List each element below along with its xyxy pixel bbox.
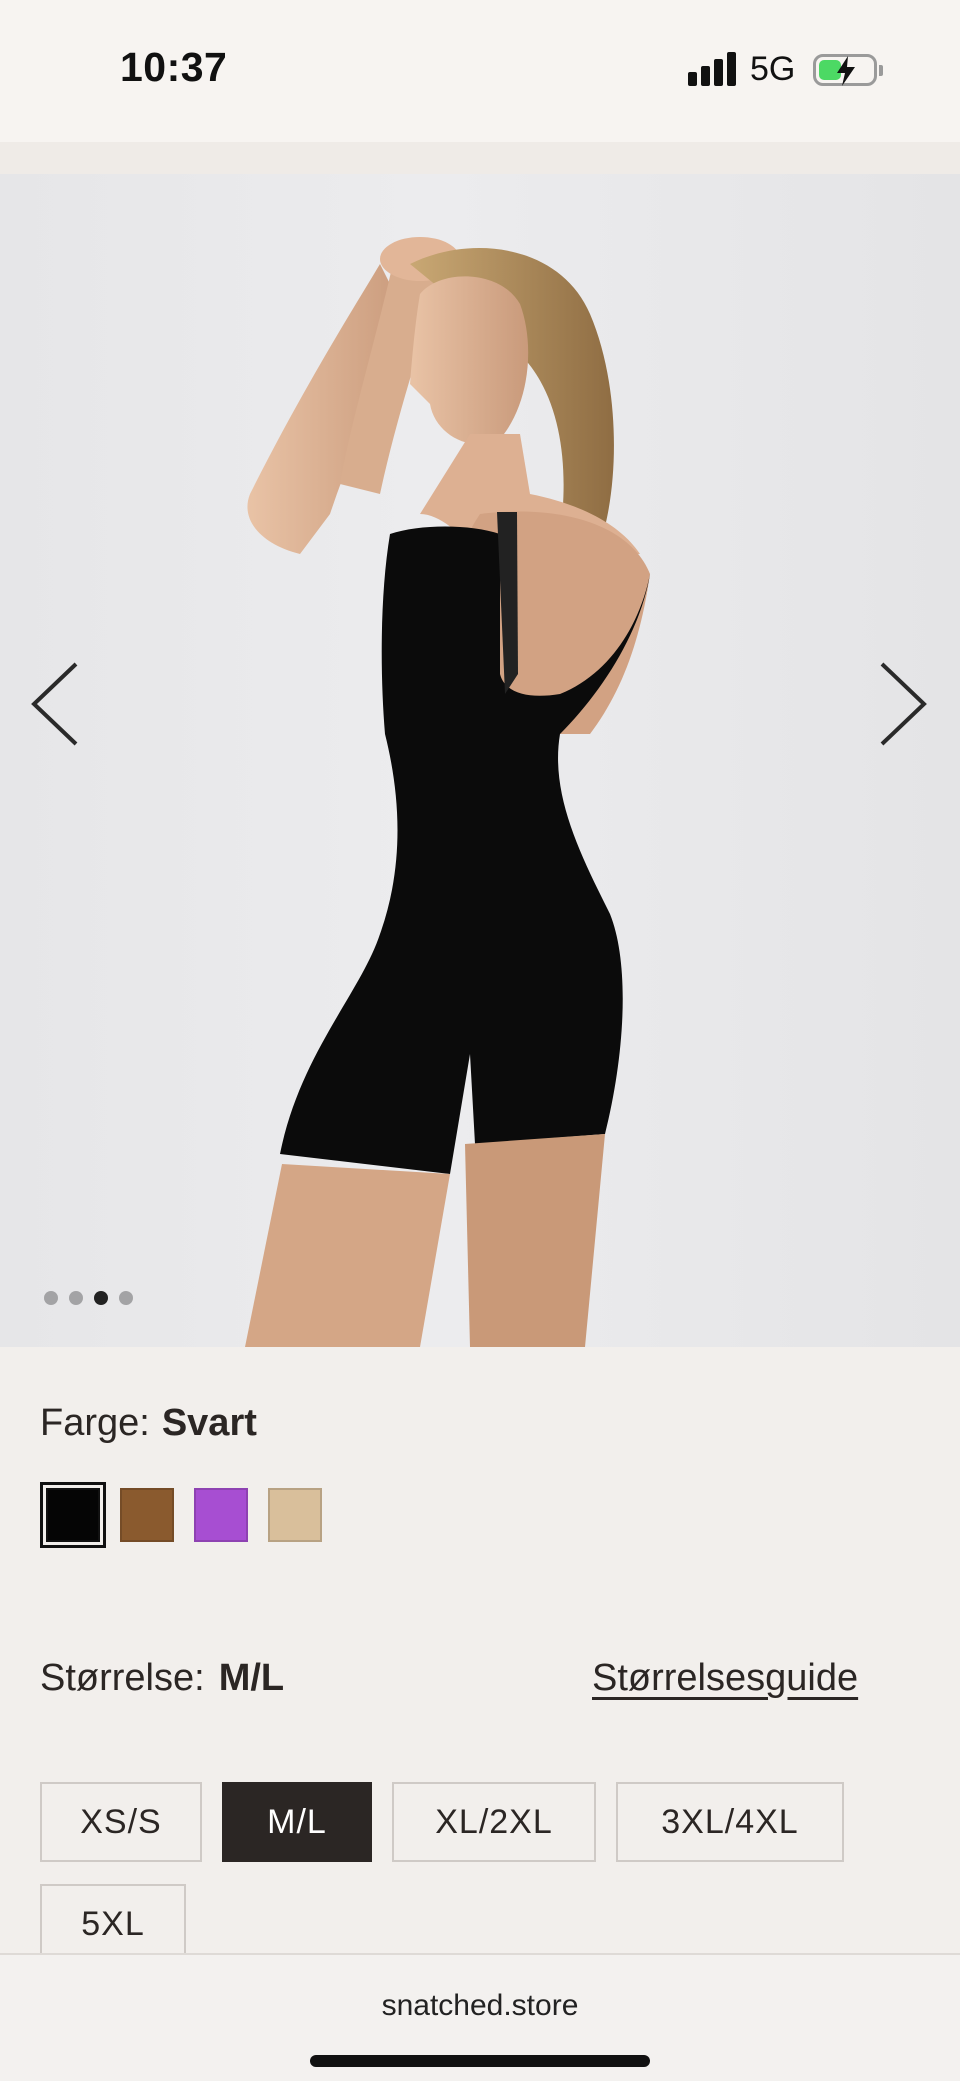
gallery-pagination bbox=[44, 1291, 133, 1305]
signal-icon bbox=[688, 52, 738, 86]
status-time: 10:37 bbox=[120, 44, 228, 90]
size-option-xl-2xl[interactable]: XL/2XL bbox=[392, 1782, 596, 1862]
product-image-gallery[interactable] bbox=[0, 174, 960, 1347]
status-bar: 10:37 5G bbox=[0, 0, 960, 174]
size-guide-link[interactable]: Størrelsesguide bbox=[592, 1657, 858, 1700]
size-option-xs-s[interactable]: XS/S bbox=[40, 1782, 202, 1862]
size-label: Størrelse: bbox=[40, 1657, 205, 1699]
size-option-3xl-4xl[interactable]: 3XL/4XL bbox=[616, 1782, 844, 1862]
size-option-m-l[interactable]: M/L bbox=[222, 1782, 372, 1862]
swatch-beige[interactable] bbox=[268, 1488, 322, 1542]
swatch-purple[interactable] bbox=[194, 1488, 248, 1542]
size-label-row: Størrelse: M/L bbox=[40, 1657, 284, 1700]
color-label-row: Farge: Svart bbox=[40, 1402, 257, 1445]
chevron-left-icon bbox=[31, 662, 78, 746]
next-image-button[interactable] bbox=[868, 654, 938, 754]
network-type: 5G bbox=[750, 50, 796, 88]
color-swatches bbox=[40, 1482, 322, 1548]
pagination-dot[interactable] bbox=[119, 1291, 133, 1305]
chevron-right-icon bbox=[880, 662, 927, 746]
size-option-5xl[interactable]: 5XL bbox=[40, 1884, 186, 1964]
color-label: Farge: bbox=[40, 1402, 150, 1444]
pagination-dot-active[interactable] bbox=[94, 1291, 108, 1305]
swatch-brown[interactable] bbox=[120, 1488, 174, 1542]
product-photo bbox=[245, 237, 650, 1347]
pagination-dot[interactable] bbox=[69, 1291, 83, 1305]
browser-address-bar[interactable]: snatched.store bbox=[0, 1953, 960, 2081]
size-value: M/L bbox=[218, 1657, 285, 1699]
pagination-dot[interactable] bbox=[44, 1291, 58, 1305]
home-indicator[interactable] bbox=[310, 2055, 650, 2067]
previous-image-button[interactable] bbox=[20, 654, 90, 754]
battery-charging-icon bbox=[813, 54, 883, 86]
url-text[interactable]: snatched.store bbox=[0, 1989, 960, 2023]
swatch-black[interactable] bbox=[40, 1482, 106, 1548]
color-value: Svart bbox=[161, 1402, 257, 1444]
